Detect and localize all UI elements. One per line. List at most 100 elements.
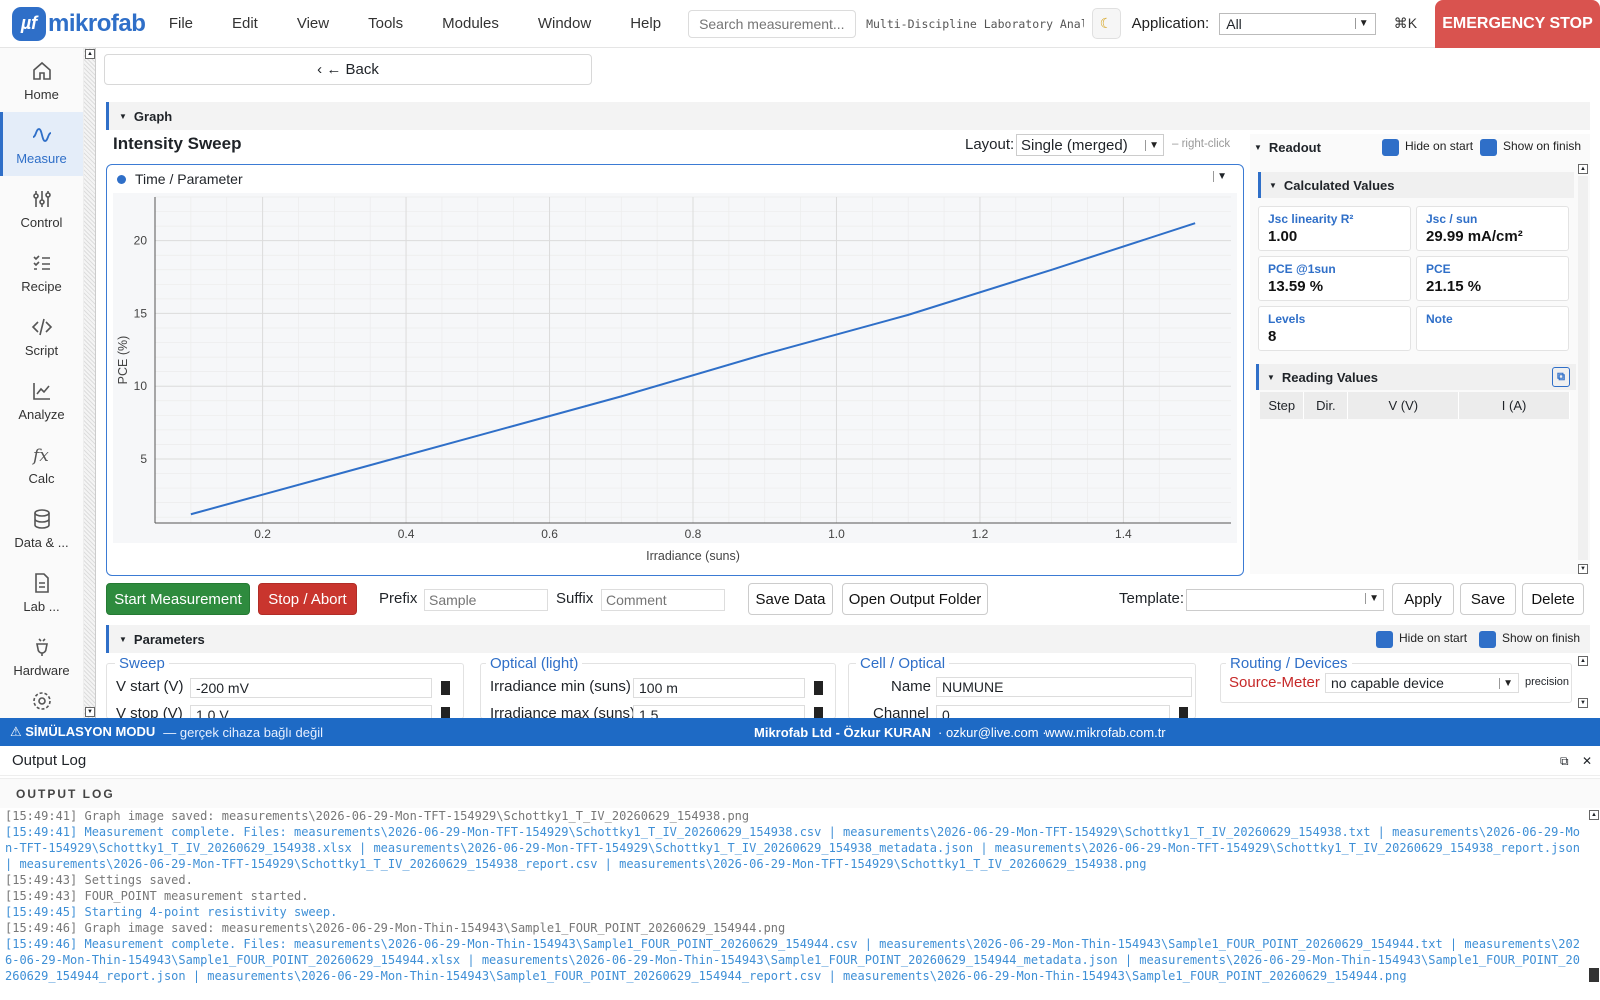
sidebar-item-hardware[interactable]: Hardware: [0, 624, 83, 688]
theme-toggle-button[interactable]: ☾: [1091, 8, 1121, 39]
sweep-group-title: Sweep: [115, 655, 169, 672]
sidebar-item-measure[interactable]: Measure: [0, 112, 83, 176]
graph-title: Intensity Sweep: [113, 134, 242, 153]
column-header-step[interactable]: Step: [1260, 392, 1305, 419]
search-input[interactable]: [688, 9, 857, 38]
wave-icon: [32, 127, 51, 142]
irradiance-min-input[interactable]: 100 m: [633, 678, 805, 698]
sidebar-item-settings[interactable]: [0, 688, 83, 718]
save-data-button[interactable]: Save Data: [748, 583, 833, 615]
start-measurement-button[interactable]: Start Measurement: [106, 583, 250, 615]
prefix-input[interactable]: [424, 589, 548, 611]
suffix-input[interactable]: [601, 589, 725, 611]
chart-plot[interactable]: 0.2 0.4 0.6 0.8 1.0 1.2 1.4 5 10 15 20 Irradiance (…: [113, 193, 1237, 571]
scroll-track[interactable]: [1578, 176, 1588, 560]
channel-input[interactable]: 0: [936, 705, 1170, 718]
column-header-voltage[interactable]: V (V): [1347, 392, 1460, 419]
emergency-stop-button[interactable]: EMERGENCY STOP: [1435, 0, 1600, 48]
scroll-down-icon[interactable]: ▼: [85, 707, 95, 717]
layout-select[interactable]: Single (merged) ▼: [1016, 134, 1164, 156]
template-select[interactable]: ▼: [1186, 589, 1384, 611]
back-button[interactable]: ‹ ← Back: [104, 54, 592, 85]
log-line: [15:49:41] Graph image saved: measuremen…: [5, 809, 750, 823]
show-on-finish-label: Show on finish: [1503, 139, 1582, 154]
scroll-thumb[interactable]: [1589, 968, 1599, 982]
sidebar-item-home[interactable]: Home: [0, 48, 83, 112]
apply-button[interactable]: Apply: [1392, 583, 1454, 615]
reading-values-header[interactable]: ▼ Reading Values ⧉: [1256, 364, 1576, 390]
scroll-up-icon[interactable]: ▲: [85, 49, 95, 59]
sidebar-item-data[interactable]: Data & ...: [0, 496, 83, 560]
graph-section-header[interactable]: ▼ Graph: [106, 102, 1590, 130]
output-log-subtitle: OUTPUT LOG: [0, 778, 1600, 808]
irradiance-max-input[interactable]: 1.5: [633, 705, 805, 718]
output-log-body[interactable]: [15:49:41] Graph image saved: measuremen…: [0, 808, 1586, 1000]
checkbox-checked-icon: [1480, 138, 1497, 156]
v-start-input[interactable]: -200 mV: [190, 678, 432, 698]
log-line: [15:49:43] Settings saved.: [5, 873, 193, 887]
save-template-button[interactable]: Save: [1460, 583, 1516, 615]
calc-label: Levels: [1268, 312, 1306, 326]
scroll-down-icon[interactable]: ▼: [1578, 564, 1588, 574]
sidebar-item-label: Data & ...: [14, 534, 69, 550]
x-tick-label: 0.2: [254, 527, 271, 541]
checkbox-checked-icon: [1382, 138, 1399, 156]
sidebar-item-lab[interactable]: Lab ...: [0, 560, 83, 624]
close-icon[interactable]: ✕: [1582, 754, 1592, 768]
menu-file[interactable]: File: [149, 0, 212, 48]
scroll-up-icon[interactable]: ▲: [1578, 164, 1588, 174]
menu-modules[interactable]: Modules: [422, 0, 518, 48]
sidebar-scrollbar[interactable]: ▲ ▼: [84, 48, 96, 718]
delete-template-button[interactable]: Delete: [1522, 583, 1584, 615]
application-select[interactable]: All ▼: [1219, 12, 1376, 35]
log-scrollbar[interactable]: ▲: [1588, 808, 1600, 1000]
undock-icon[interactable]: ⧉: [1560, 754, 1569, 768]
scroll-up-icon[interactable]: ▲: [1578, 656, 1588, 666]
column-header-dir[interactable]: Dir.: [1303, 392, 1349, 419]
calculated-values-header[interactable]: ▼ Calculated Values: [1258, 172, 1574, 198]
spinner-icon[interactable]: [814, 681, 823, 695]
menu-tools[interactable]: Tools: [348, 0, 422, 48]
calc-card-levels: Levels 8: [1258, 306, 1411, 351]
params-show-on-finish-checkbox[interactable]: Show on finish: [1479, 630, 1580, 648]
column-header-current[interactable]: I (A): [1458, 392, 1570, 419]
show-on-finish-checkbox[interactable]: Show on finish: [1480, 138, 1582, 156]
sidebar-item-recipe[interactable]: Recipe: [0, 240, 83, 304]
copy-icon[interactable]: ⧉: [1552, 367, 1570, 387]
open-output-folder-button[interactable]: Open Output Folder: [842, 583, 988, 615]
source-meter-select[interactable]: no capable device ▼: [1325, 673, 1519, 693]
scroll-up-icon[interactable]: ▲: [1589, 810, 1599, 820]
spinner-icon[interactable]: [441, 681, 450, 695]
command-palette-shortcut[interactable]: ⌘K: [1394, 15, 1417, 32]
v-stop-input[interactable]: 1.0 V: [190, 705, 432, 718]
series-selector[interactable]: Time / Parameter ▼: [117, 169, 1227, 189]
website-link[interactable]: www.mikrofab.com.tr: [1045, 725, 1166, 740]
parameters-section-header[interactable]: ▼ Parameters Hide on start Show on finis…: [106, 625, 1590, 653]
svg-text:fx: fx: [31, 446, 49, 466]
log-line: [15:49:46] Measurement complete. Files: …: [5, 937, 1580, 983]
cell-name-input[interactable]: NUMUNE: [936, 677, 1192, 697]
calc-value: 1.00: [1268, 228, 1298, 245]
layout-label: Layout:: [965, 136, 1015, 153]
email-link[interactable]: · ozkur@live.com ·: [938, 725, 1047, 740]
readout-scrollbar[interactable]: ▲ ▼: [1577, 162, 1590, 576]
sidebar-item-control[interactable]: Control: [0, 176, 83, 240]
sidebar-item-calc[interactable]: fx Calc: [0, 432, 83, 496]
scroll-down-icon[interactable]: ▼: [1578, 698, 1588, 708]
stop-abort-button[interactable]: Stop / Abort: [258, 583, 357, 615]
sidebar-item-script[interactable]: Script: [0, 304, 83, 368]
chart-card: Time / Parameter ▼ 0.2 0.4 0.6 0.8 1.0 1.2 1.4…: [106, 164, 1244, 576]
y-tick-label: 10: [134, 379, 148, 393]
y-axis-label: PCE (%): [116, 336, 130, 385]
readout-header[interactable]: ▼ Readout Hide on start Show on finish: [1254, 134, 1590, 160]
hide-on-start-checkbox[interactable]: Hide on start: [1382, 138, 1473, 156]
menu-help[interactable]: Help: [610, 0, 680, 48]
menu-window[interactable]: Window: [518, 0, 610, 48]
params-scrollbar[interactable]: ▲ ▼: [1577, 654, 1590, 710]
params-hide-on-start-checkbox[interactable]: Hide on start: [1376, 630, 1467, 648]
calc-card-pce-1sun: PCE @1sun 13.59 %: [1258, 256, 1411, 301]
sidebar-item-analyze[interactable]: Analyze: [0, 368, 83, 432]
menu-view[interactable]: View: [277, 0, 348, 48]
menu-edit[interactable]: Edit: [212, 0, 277, 48]
sidebar-item-label: Home: [24, 86, 59, 102]
